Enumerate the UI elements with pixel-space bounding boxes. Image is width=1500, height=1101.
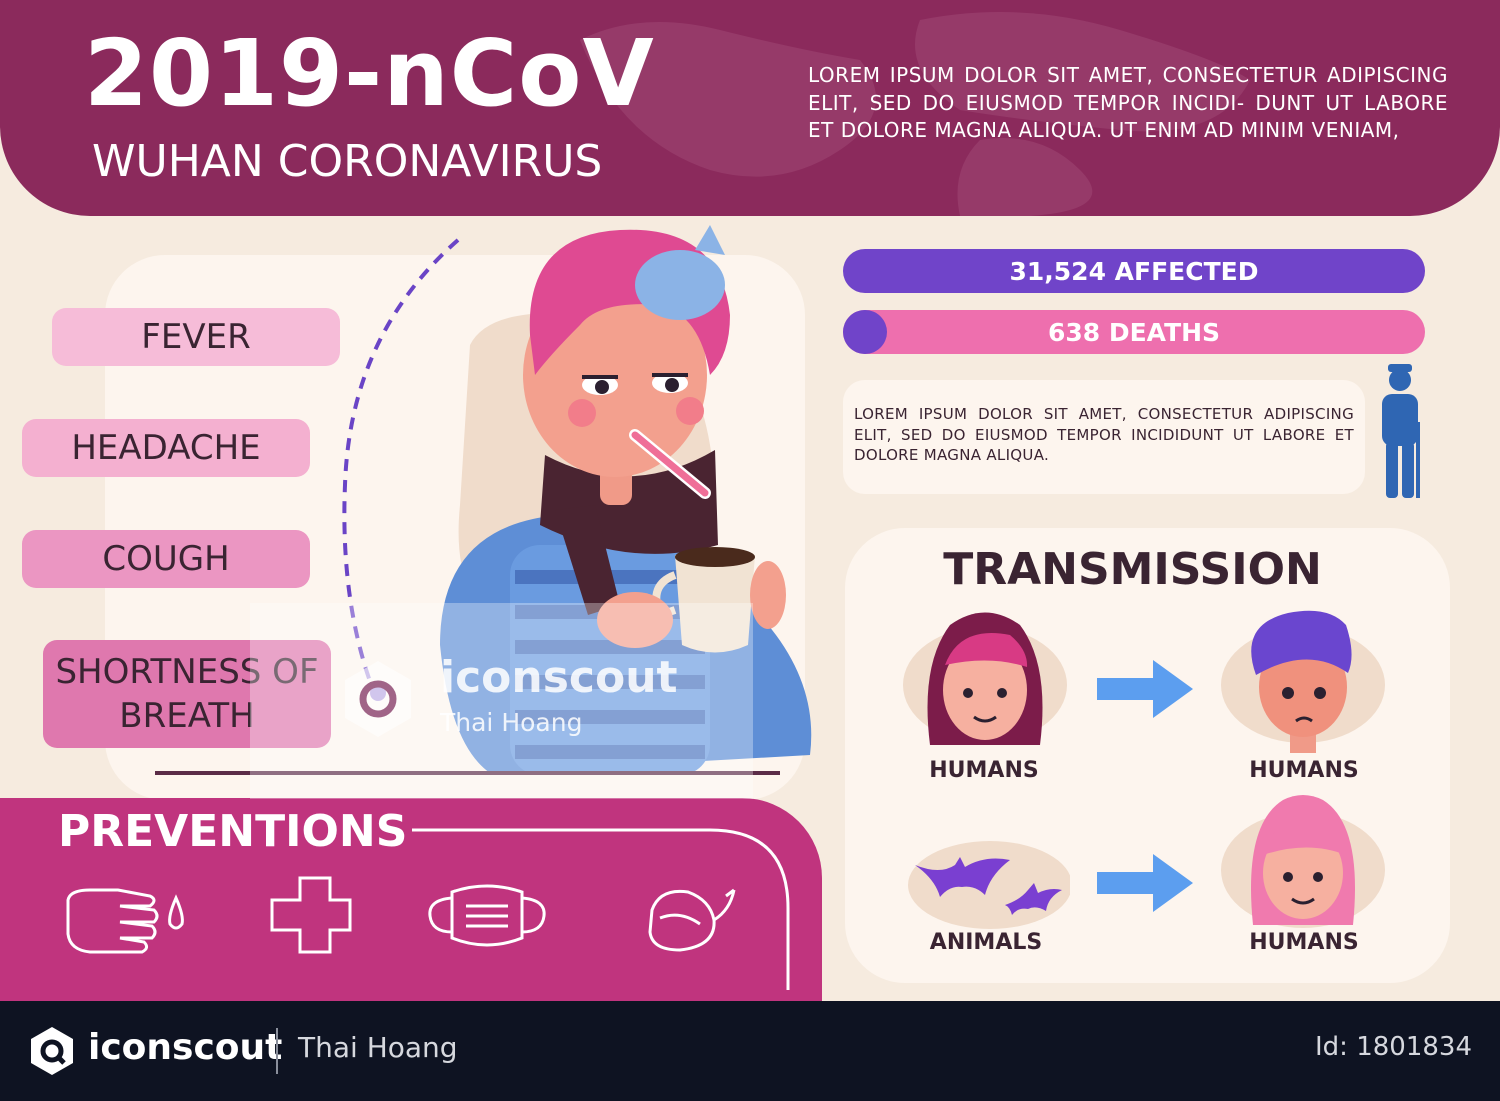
transmission-label: ANIMALS — [929, 930, 1043, 955]
iconscout-logo-icon[interactable] — [26, 1025, 78, 1077]
symptom-fever: FEVER — [52, 308, 340, 366]
preventions-title: PREVENTIONS — [58, 806, 408, 857]
deaths-count-bar: 638 DEATHS — [843, 310, 1425, 354]
face-mask-icon — [428, 884, 546, 947]
watermark-author: Thai Hoang — [440, 708, 583, 737]
page-title: 2019-nCoV — [84, 20, 655, 127]
arrow-right-icon — [1097, 854, 1193, 912]
deaths-bar-cap — [843, 310, 887, 354]
meat-icon — [648, 888, 736, 952]
transmission-label: HUMANS — [1249, 930, 1359, 955]
symptom-cough: COUGH — [22, 530, 310, 588]
watermark-logo-icon — [345, 661, 411, 737]
asset-id: Id: 1801834 — [1315, 1032, 1472, 1062]
transmission-label: HUMANS — [1249, 758, 1359, 783]
page-subtitle: WUHAN CORONAVIRUS — [92, 136, 603, 187]
girl-face-illustration — [1221, 795, 1385, 928]
intro-text: LOREM IPSUM DOLOR SIT AMET, CONSECTETUR … — [808, 63, 1448, 142]
hand-wash-icon — [66, 888, 184, 954]
man-face-illustration — [1221, 610, 1385, 753]
elderly-person-icon — [1382, 364, 1420, 498]
arrow-right-icon — [1097, 660, 1193, 718]
woman-face-illustration — [903, 612, 1067, 745]
info-text: LOREM IPSUM DOLOR SIT AMET, CONSECTETUR … — [854, 405, 1354, 464]
footer-brand-link[interactable]: iconscout — [88, 1030, 282, 1066]
medical-cross-icon — [270, 876, 352, 954]
footer-author-link[interactable]: Thai Hoang — [298, 1034, 458, 1062]
affected-count-bar: 31,524 AFFECTED — [843, 249, 1425, 293]
transmission-label: HUMANS — [929, 758, 1039, 783]
transmission-title: TRANSMISSION — [943, 544, 1322, 595]
watermark-brand: iconscout — [440, 652, 678, 703]
symptom-headache: HEADACHE — [22, 419, 310, 477]
footer-separator — [276, 1028, 278, 1074]
